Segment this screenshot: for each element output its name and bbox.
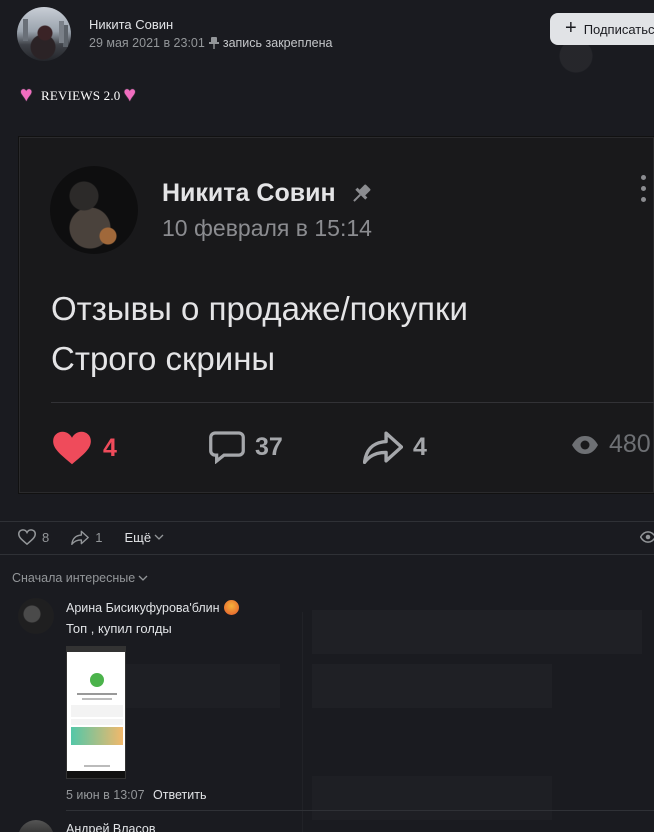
author-name[interactable]: Никита Совин — [89, 17, 173, 32]
divider — [51, 402, 654, 403]
comments-sort-dropdown[interactable]: Сначала интересные — [12, 571, 148, 585]
more-label: Ещё — [124, 529, 152, 545]
post-image[interactable]: Никита Совин 10 февраля в 15:14 Отзывы о… — [18, 136, 654, 494]
comment-meta: 5 июн в 13:07 Ответить — [66, 788, 206, 802]
reply-button[interactable]: Ответить — [153, 788, 206, 802]
author-avatar[interactable] — [17, 7, 71, 61]
embedded-avatar — [50, 166, 138, 254]
plus-icon: + — [565, 17, 577, 39]
sort-label: Сначала интересные — [12, 571, 136, 585]
post-meta: 29 мая 2021 в 23:01 запись закреплена — [89, 36, 332, 50]
comment-text: Топ , купил голды — [66, 621, 172, 636]
embedded-date: 10 февраля в 15:14 — [162, 215, 372, 241]
more-button[interactable]: Ещё — [124, 530, 164, 545]
post-date[interactable]: 29 мая 2021 в 23:01 — [89, 36, 205, 50]
comment-author[interactable]: Андрей Власов — [66, 822, 155, 832]
comment-image-thumbnail[interactable] — [66, 646, 126, 779]
comment-avatar[interactable] — [18, 598, 54, 634]
embedded-comments: 37 — [209, 430, 283, 464]
pinned-label: запись закреплена — [222, 36, 333, 50]
subscribe-button[interactable]: + Подписаться — [550, 13, 654, 45]
like-count: 8 — [42, 529, 50, 545]
embedded-text: Отзывы о продаже/покупки Строго скрины — [51, 284, 468, 384]
share-count: 1 — [95, 529, 103, 545]
post-text-label: REVIEWS 2.0 — [41, 88, 121, 103]
eye-icon — [572, 435, 598, 454]
more-dots-icon — [641, 175, 647, 208]
embedded-author-row: Никита Совин — [162, 179, 372, 208]
embedded-comments-count: 37 — [255, 432, 283, 461]
heart-outline-icon — [18, 529, 36, 545]
embedded-text-line1: Отзывы о продаже/покупки — [51, 290, 468, 327]
pin-icon — [352, 184, 371, 202]
embedded-author: Никита Совин — [162, 179, 336, 207]
pin-icon — [208, 37, 219, 49]
embedded-reposts-count: 4 — [413, 432, 427, 461]
comment-avatar[interactable] — [18, 820, 54, 832]
share-icon — [71, 530, 90, 545]
embedded-views: 480 — [571, 430, 651, 459]
heart-emoji-icon — [18, 83, 40, 107]
share-icon — [363, 431, 403, 464]
embedded-likes-count: 4 — [103, 433, 117, 462]
comment-date[interactable]: 5 июн в 13:07 — [66, 788, 145, 802]
angry-face-emoji-icon — [223, 600, 239, 615]
eye-icon — [640, 531, 654, 543]
embedded-text-line2: Строго скрины — [51, 340, 276, 377]
subscribe-label: Подписаться — [583, 21, 654, 37]
embedded-views-count: 480 — [609, 430, 651, 458]
post-text: REVIEWS 2.0 — [18, 83, 143, 107]
embedded-reposts: 4 — [363, 430, 427, 464]
divider — [0, 521, 654, 522]
share-button[interactable]: 1 — [71, 530, 102, 545]
comment-author-row: Арина Бисикуфурова'блин — [66, 600, 239, 615]
chevron-down-icon — [138, 575, 148, 581]
heart-emoji-icon — [121, 83, 143, 107]
divider — [66, 810, 654, 811]
divider — [0, 554, 654, 555]
embedded-likes: 4 — [51, 430, 117, 466]
comment-author[interactable]: Арина Бисикуфурова'блин — [66, 601, 220, 615]
like-button[interactable]: 8 — [18, 529, 49, 545]
comment-icon — [209, 431, 245, 464]
post-actions: 8 1 Ещё — [18, 529, 164, 545]
chevron-down-icon — [154, 534, 164, 540]
heart-icon — [53, 431, 91, 465]
